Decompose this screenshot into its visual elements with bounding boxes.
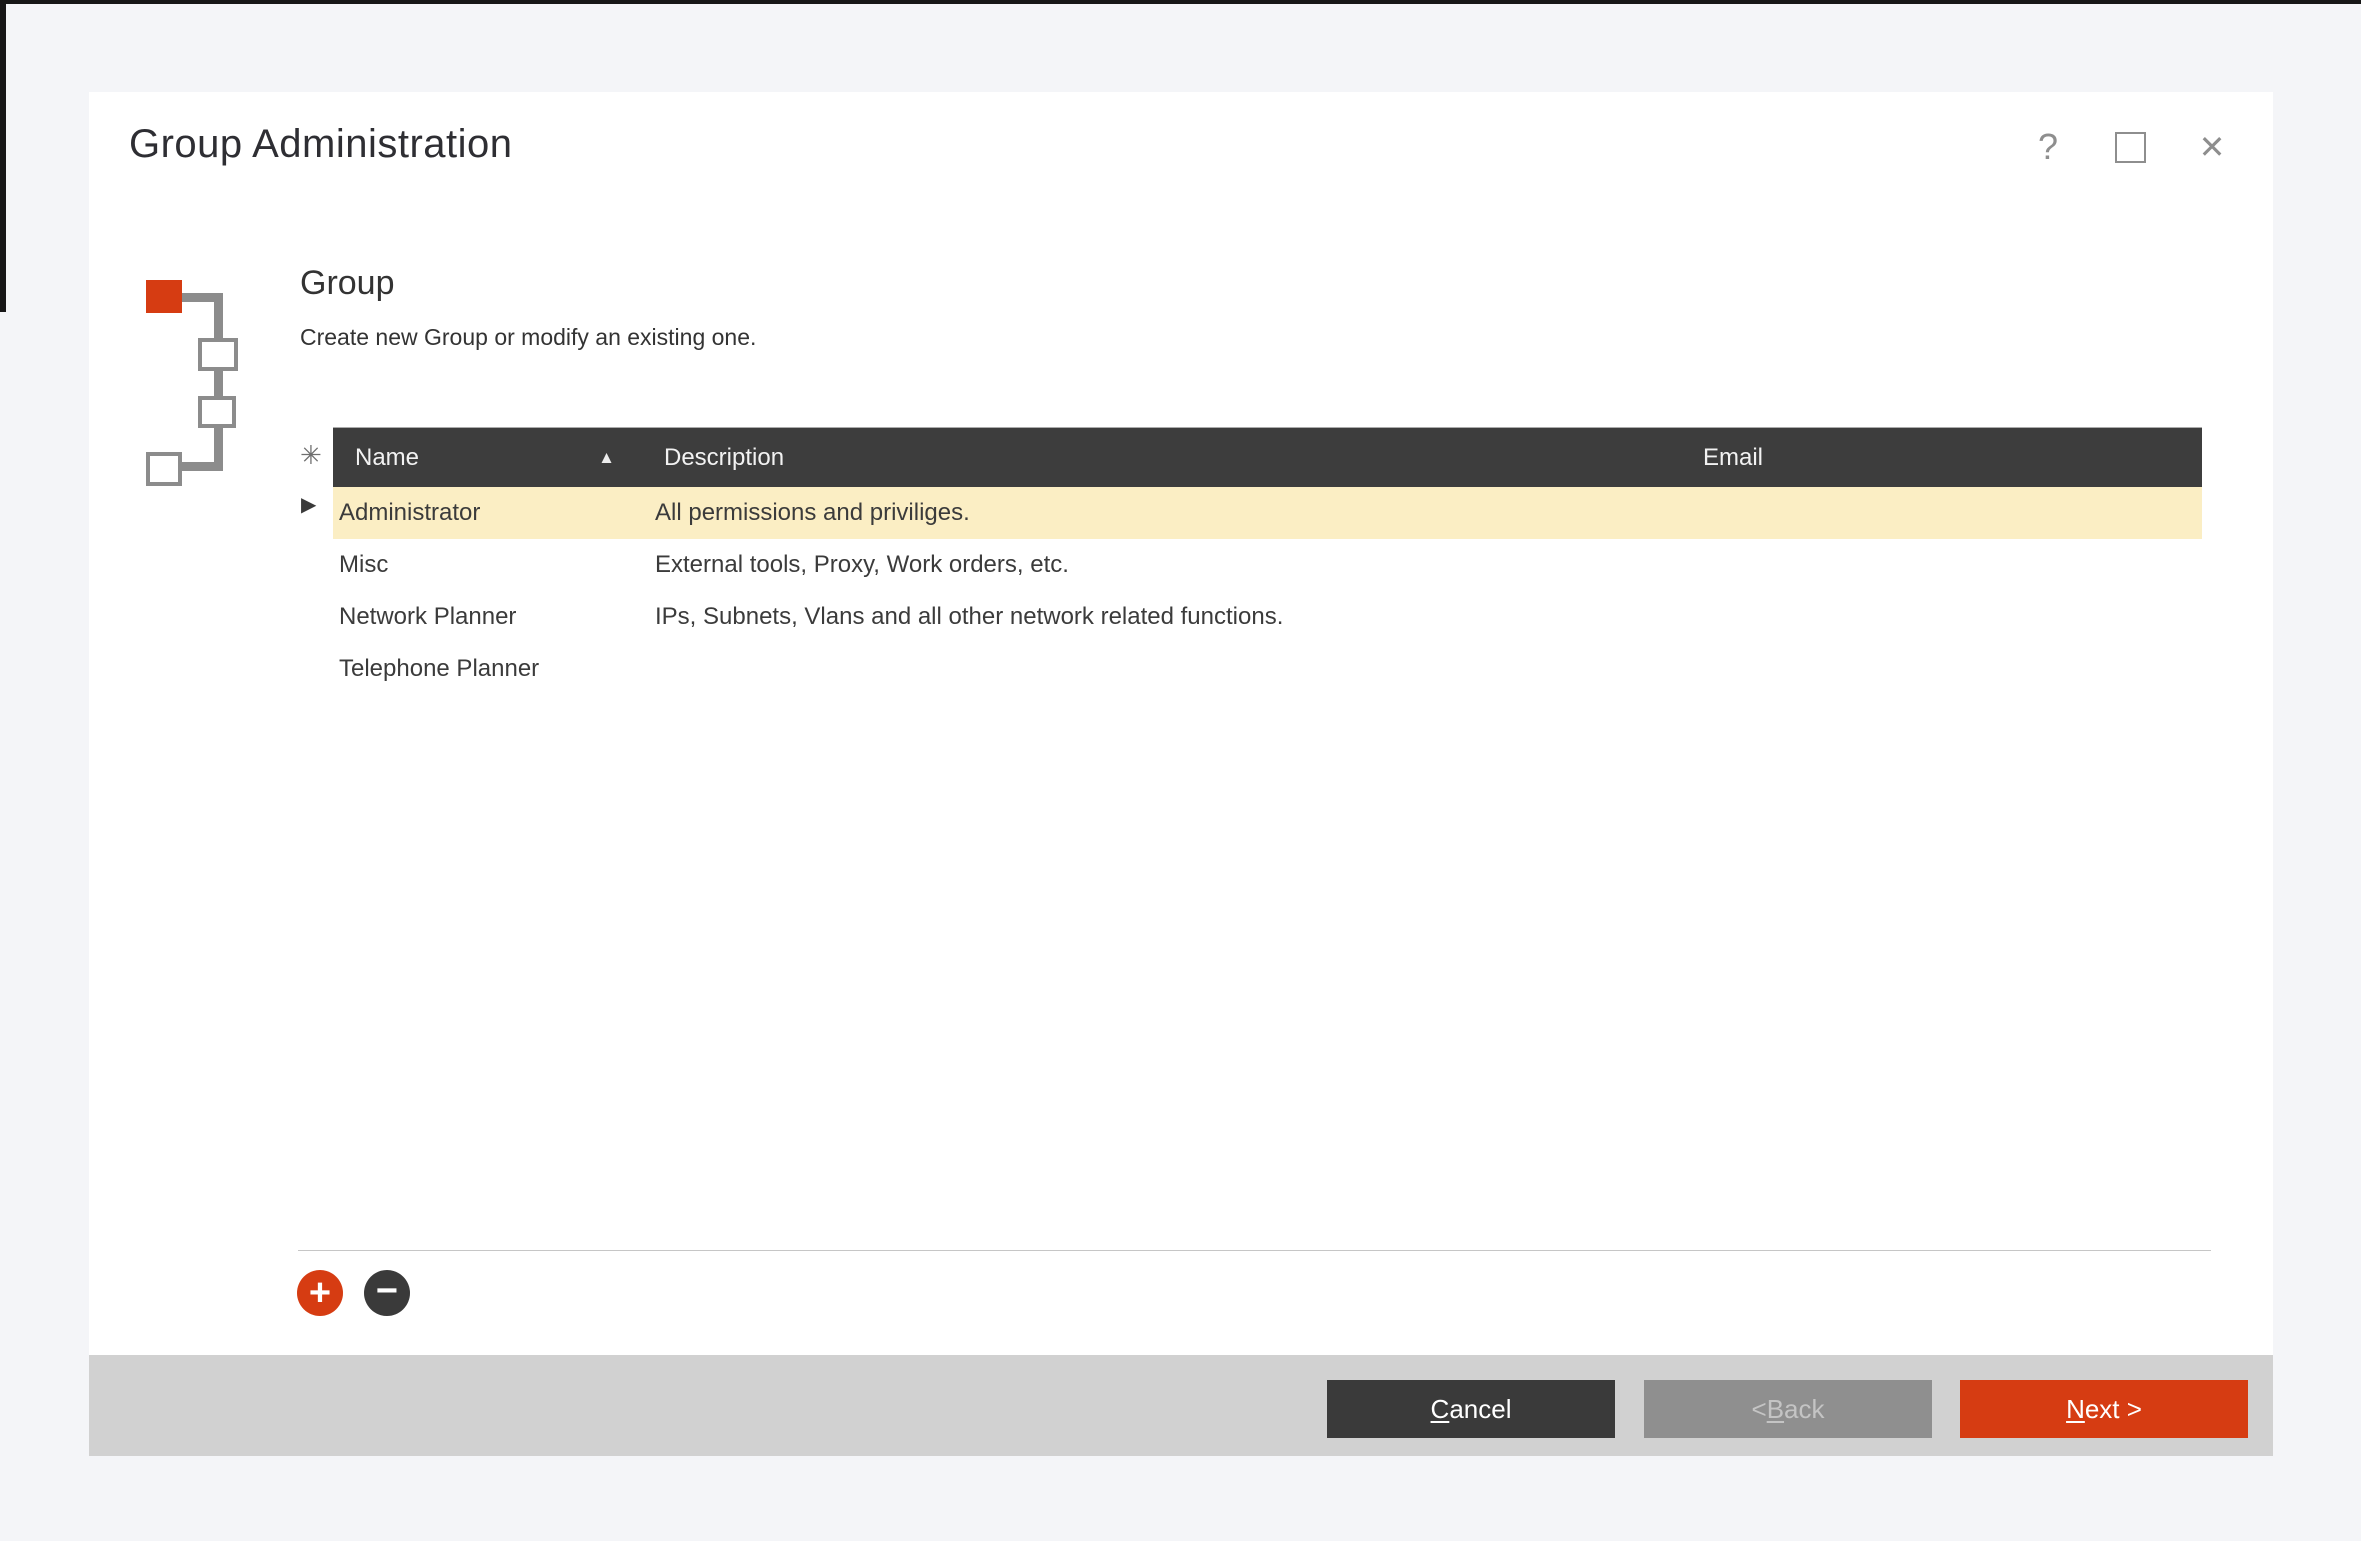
column-header-description[interactable]: Description: [650, 428, 1690, 487]
dialog-footer: Cancel < Back Next >: [89, 1355, 2273, 1456]
toolbar-divider: [298, 1250, 2211, 1251]
close-icon[interactable]: ✕: [2195, 130, 2229, 164]
plus-icon: +: [309, 1274, 331, 1312]
help-icon[interactable]: ?: [2031, 130, 2065, 164]
maximize-square-glyph: [2115, 132, 2146, 163]
table-row[interactable]: Misc External tools, Proxy, Work orders,…: [333, 539, 2202, 591]
cell-description: All permissions and priviliges.: [650, 499, 1690, 527]
step-2-icon: [198, 338, 238, 371]
column-header-name[interactable]: Name ▲: [333, 428, 650, 487]
next-button[interactable]: Next >: [1960, 1380, 2248, 1438]
cell-name: Administrator: [333, 499, 650, 527]
group-administration-dialog: Group Administration ? ✕ Group Create ne…: [89, 92, 2273, 1456]
back-button[interactable]: < Back: [1644, 1380, 1932, 1438]
selected-row-indicator-icon: ▶: [301, 492, 316, 517]
table-header-row: Name ▲ Description Email: [333, 427, 2202, 487]
table-row[interactable]: Network Planner IPs, Subnets, Vlans and …: [333, 591, 2202, 643]
sort-ascending-icon[interactable]: ▲: [598, 448, 615, 468]
page-subtitle: Create new Group or modify an existing o…: [300, 324, 756, 351]
cell-name: Telephone Planner: [333, 655, 650, 683]
step-connector-bottom: [180, 462, 223, 471]
window-frame-top: [0, 0, 2361, 4]
table-row[interactable]: Administrator All permissions and privil…: [333, 487, 2202, 539]
window-frame-left: [0, 0, 6, 312]
add-group-button[interactable]: +: [297, 1270, 343, 1316]
step-1-active-icon: [146, 280, 182, 313]
cell-description: IPs, Subnets, Vlans and all other networ…: [650, 603, 1690, 631]
page-title: Group: [300, 264, 395, 303]
step-connector-vertical: [214, 293, 223, 471]
window-controls: ? ✕: [2031, 130, 2229, 164]
step-3-icon: [198, 396, 236, 428]
new-row-icon: ✳: [300, 440, 322, 471]
column-header-email[interactable]: Email: [1690, 428, 2202, 487]
cancel-button[interactable]: Cancel: [1327, 1380, 1615, 1438]
cell-name: Network Planner: [333, 603, 650, 631]
step-4-icon: [146, 452, 182, 486]
groups-table: Name ▲ Description Email Administrator A…: [333, 427, 2202, 695]
cell-description: External tools, Proxy, Work orders, etc.: [650, 551, 1690, 579]
minus-icon: −: [376, 1272, 398, 1310]
remove-group-button[interactable]: −: [364, 1270, 410, 1316]
maximize-icon[interactable]: [2113, 130, 2147, 164]
table-row[interactable]: Telephone Planner: [333, 643, 2202, 695]
step-connector-top: [180, 293, 223, 302]
screen: Group Administration ? ✕ Group Create ne…: [0, 0, 2361, 1541]
dialog-title: Group Administration: [129, 122, 513, 167]
cell-name: Misc: [333, 551, 650, 579]
